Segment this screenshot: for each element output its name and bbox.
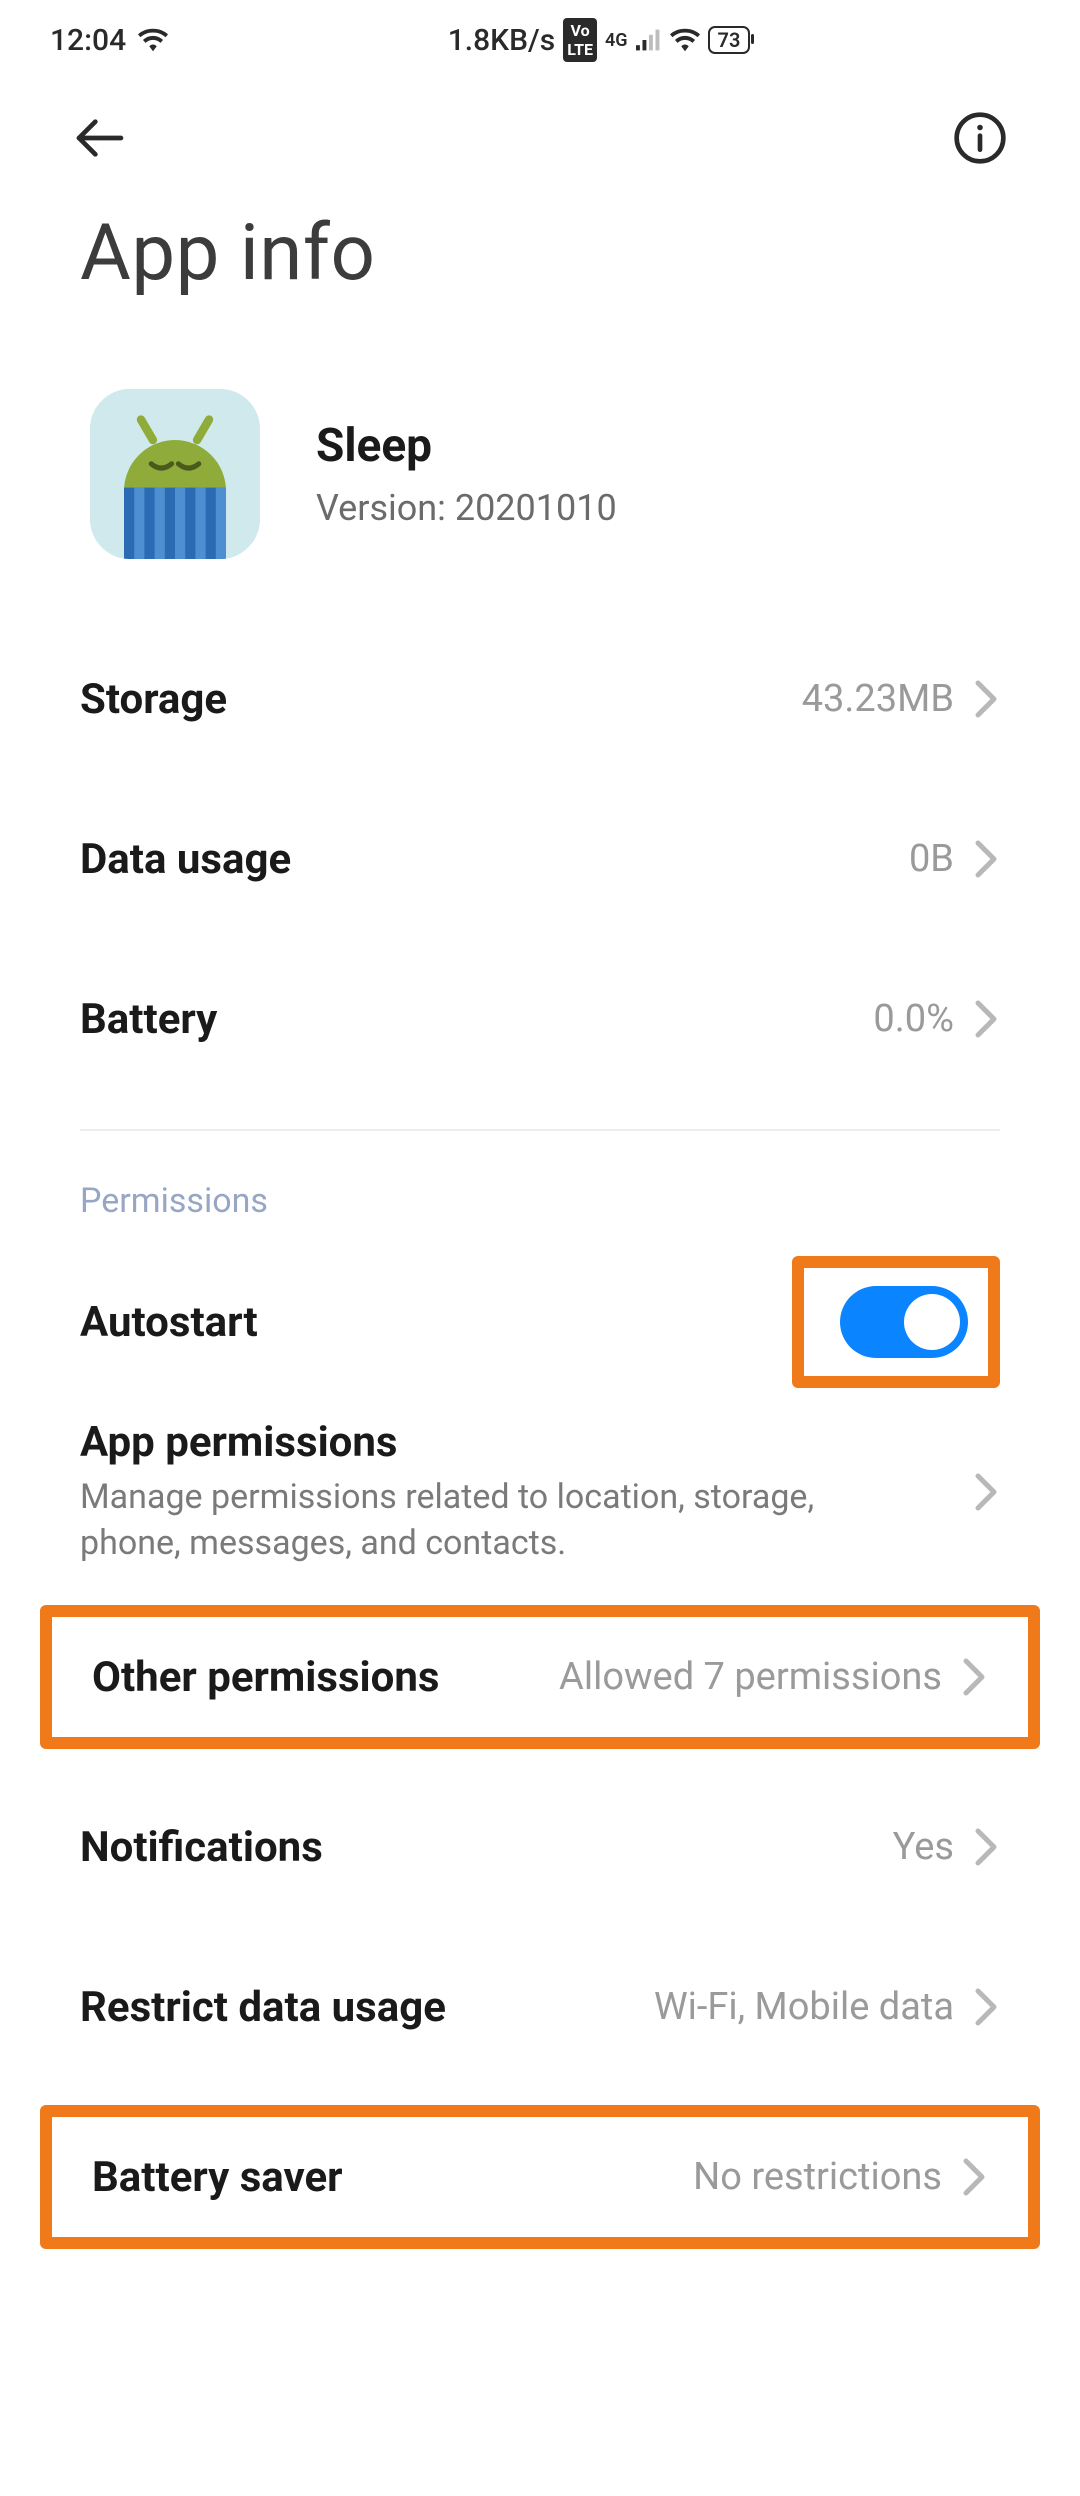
row-battery-label: Battery — [80, 995, 217, 1044]
row-battery-value: 0.0% — [873, 997, 954, 1041]
row-battery-saver[interactable]: Battery saver No restrictions — [92, 2117, 988, 2237]
highlight-battery-saver: Battery saver No restrictions — [40, 2105, 1040, 2249]
row-data-usage[interactable]: Data usage 0B — [80, 779, 1000, 939]
section-permissions-label: Permissions — [80, 1181, 1000, 1247]
chevron-right-icon — [972, 999, 1000, 1039]
app-name: Sleep — [316, 419, 617, 473]
row-notifications-value: Yes — [893, 1825, 954, 1869]
chevron-right-icon — [960, 2157, 988, 2197]
row-restrict-data[interactable]: Restrict data usage Wi-Fi, Mobile data — [80, 1927, 1000, 2087]
toolbar — [0, 80, 1080, 200]
row-data-usage-label: Data usage — [80, 835, 291, 884]
chevron-right-icon — [960, 1657, 988, 1697]
row-autostart-label: Autostart — [80, 1298, 258, 1347]
row-notifications-label: Notifications — [80, 1823, 323, 1872]
chevron-right-icon — [972, 679, 1000, 719]
wifi-icon-2 — [670, 28, 700, 52]
row-restrict-data-label: Restrict data usage — [80, 1983, 446, 2032]
back-button[interactable] — [72, 110, 128, 170]
row-app-permissions-sub: Manage permissions related to location, … — [80, 1475, 880, 1567]
highlight-other-permissions: Other permissions Allowed 7 permissions — [40, 1605, 1040, 1749]
row-other-permissions-label: Other permissions — [92, 1653, 439, 1702]
status-bar: 12:04 1.8KB/s VoLTE 4G 73 — [0, 0, 1080, 80]
volte-icon: VoLTE — [563, 18, 597, 62]
network-4g-icon: 4G — [605, 30, 628, 51]
app-header: Sleep Version: 20201010 — [0, 359, 1080, 619]
status-time: 12:04 — [50, 23, 126, 58]
chevron-right-icon — [972, 1987, 1000, 2027]
chevron-right-icon — [972, 1827, 1000, 1867]
status-speed: 1.8KB/s — [448, 23, 555, 58]
chevron-right-icon — [972, 1472, 1000, 1512]
app-version: Version: 20201010 — [316, 487, 617, 529]
info-icon[interactable] — [952, 110, 1008, 170]
row-other-permissions-value: Allowed 7 permissions — [559, 1655, 942, 1699]
highlight-autostart-toggle — [792, 1256, 1000, 1388]
row-storage[interactable]: Storage 43.23MB — [80, 619, 1000, 779]
battery-icon: 73 — [708, 26, 751, 54]
divider — [80, 1129, 1000, 1131]
row-battery-saver-label: Battery saver — [92, 2153, 343, 2202]
row-autostart[interactable]: Autostart — [80, 1247, 1000, 1397]
signal-icon — [636, 29, 662, 51]
row-app-permissions[interactable]: App permissions Manage permissions relat… — [80, 1397, 1000, 1587]
chevron-right-icon — [972, 839, 1000, 879]
row-notifications[interactable]: Notifications Yes — [80, 1767, 1000, 1927]
row-battery-saver-value: No restrictions — [693, 2155, 942, 2199]
page-title: App info — [0, 200, 1080, 359]
wifi-icon — [138, 28, 168, 52]
row-app-permissions-label: App permissions — [80, 1418, 880, 1467]
row-data-usage-value: 0B — [909, 837, 954, 881]
autostart-toggle[interactable] — [840, 1286, 968, 1358]
app-icon — [90, 389, 260, 559]
row-storage-label: Storage — [80, 675, 227, 724]
row-battery[interactable]: Battery 0.0% — [80, 939, 1000, 1099]
row-restrict-data-value: Wi-Fi, Mobile data — [654, 1985, 954, 2029]
row-storage-value: 43.23MB — [802, 677, 954, 721]
row-other-permissions[interactable]: Other permissions Allowed 7 permissions — [92, 1617, 988, 1737]
